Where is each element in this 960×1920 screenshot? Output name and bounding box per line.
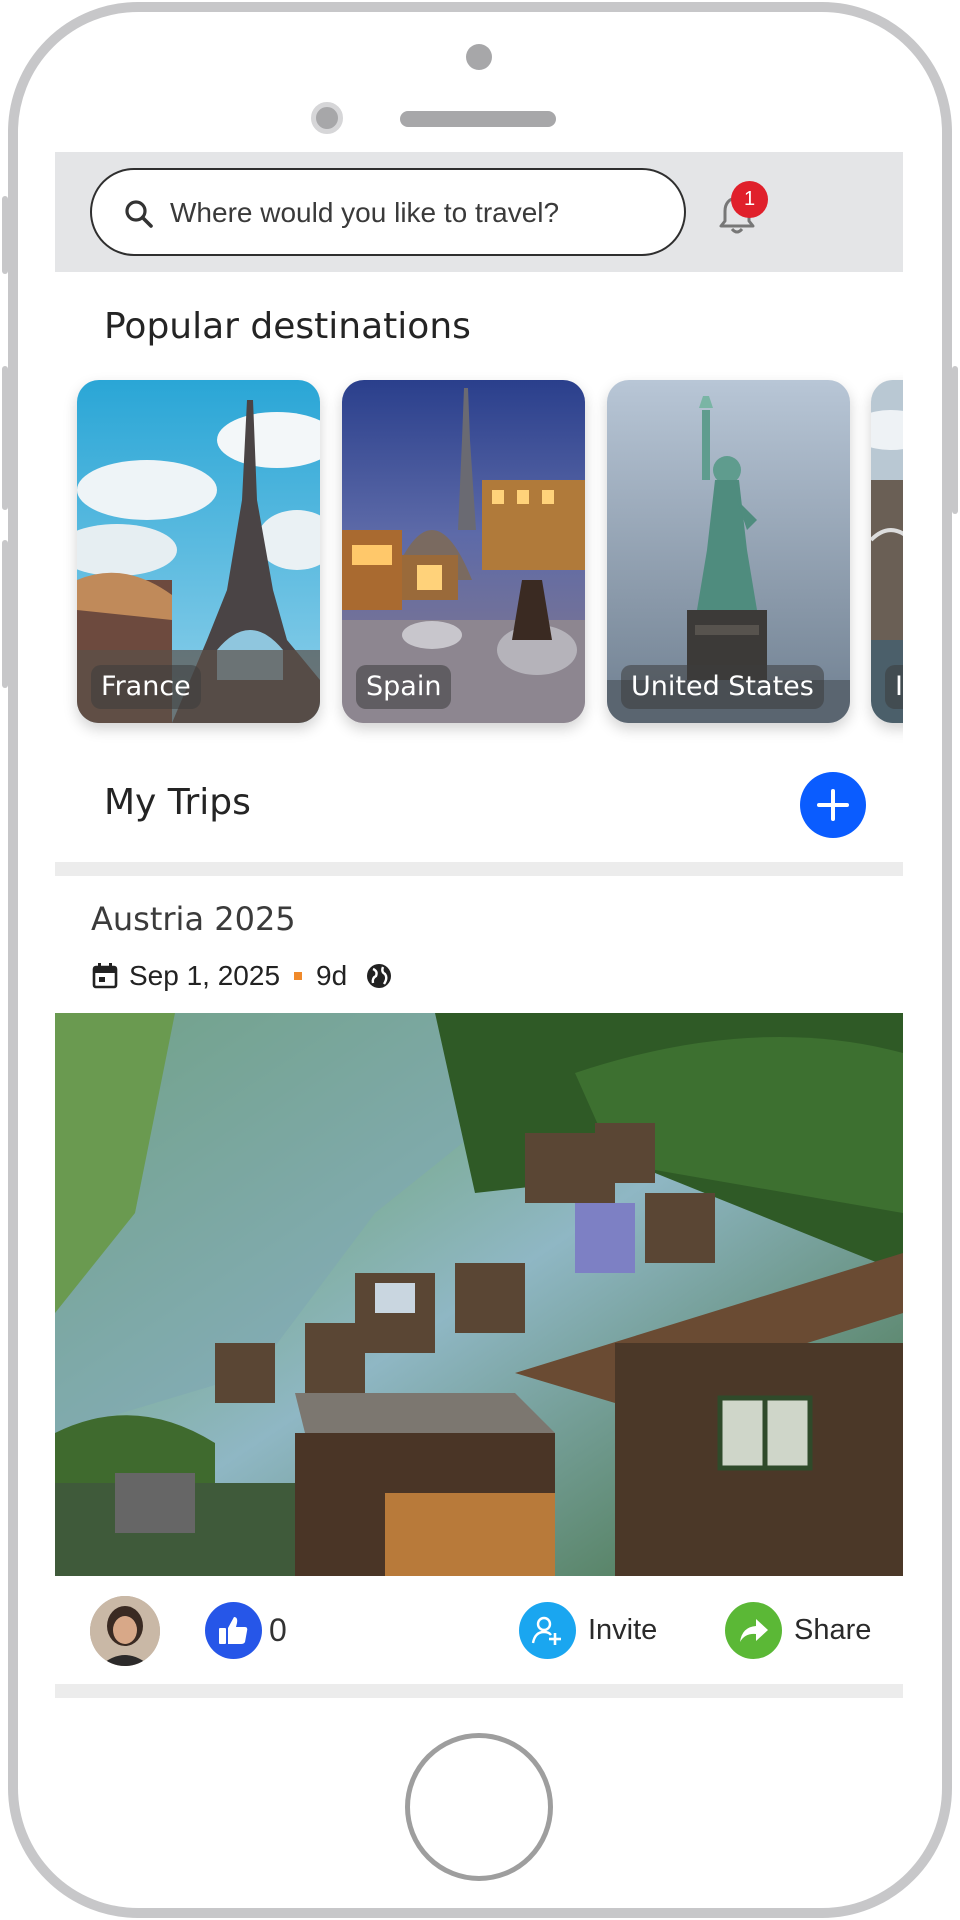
trip-date: Sep 1, 2025 bbox=[129, 960, 281, 991]
meta-separator bbox=[294, 972, 303, 980]
destination-label: Spain bbox=[356, 665, 452, 709]
section-divider bbox=[55, 1684, 903, 1698]
like-count: 0 bbox=[269, 1612, 287, 1648]
trip-title[interactable]: Austria 2025 bbox=[91, 900, 296, 938]
front-camera bbox=[311, 102, 343, 134]
search-bar[interactable] bbox=[90, 168, 686, 256]
search-input[interactable] bbox=[170, 190, 670, 236]
hallstatt-image bbox=[55, 1013, 903, 1576]
destination-card-spain[interactable]: Spain bbox=[342, 380, 585, 723]
top-bar: 1 bbox=[55, 152, 903, 272]
share-button-icon[interactable] bbox=[725, 1602, 782, 1659]
trip-cover-image[interactable] bbox=[55, 1013, 903, 1576]
invite-button[interactable]: Invite bbox=[588, 1614, 657, 1647]
like-button[interactable] bbox=[205, 1602, 262, 1659]
destination-label: France bbox=[91, 665, 201, 709]
destination-card-france[interactable]: France bbox=[77, 380, 320, 723]
power-button bbox=[952, 366, 958, 514]
earpiece-speaker bbox=[400, 111, 556, 127]
avatar[interactable] bbox=[90, 1596, 160, 1666]
thumbs-up-icon bbox=[219, 1617, 248, 1644]
trip-duration: 9d bbox=[316, 960, 348, 991]
my-trips-title: My Trips bbox=[104, 782, 251, 823]
share-button[interactable]: Share bbox=[794, 1614, 871, 1647]
add-person-icon bbox=[531, 1616, 561, 1645]
destination-label: Italy bbox=[885, 665, 903, 709]
volume-up-button bbox=[2, 366, 8, 510]
home-button[interactable] bbox=[405, 1733, 553, 1881]
destination-label: United States bbox=[621, 665, 824, 709]
trip-meta: Sep 1, 2025 9d bbox=[91, 958, 393, 994]
destination-card-italy[interactable]: Italy bbox=[871, 380, 903, 723]
share-arrow-icon bbox=[740, 1619, 768, 1642]
search-icon bbox=[125, 200, 153, 228]
section-divider bbox=[55, 862, 903, 876]
add-trip-button[interactable] bbox=[800, 772, 866, 838]
popular-destinations-title: Popular destinations bbox=[104, 306, 471, 347]
proximity-sensor bbox=[466, 44, 492, 70]
volume-down-button bbox=[2, 540, 8, 688]
calendar-icon bbox=[92, 963, 118, 989]
mute-switch bbox=[2, 196, 8, 274]
app-screen: 1 Popular destinations France bbox=[55, 152, 903, 1700]
invite-button-icon[interactable] bbox=[519, 1602, 576, 1659]
globe-icon bbox=[367, 964, 392, 988]
trip-actions: 0 Invite Share bbox=[55, 1592, 903, 1672]
destination-card-united-states[interactable]: United States bbox=[607, 380, 850, 723]
notification-badge: 1 bbox=[731, 181, 768, 218]
user-photo bbox=[90, 1596, 160, 1666]
